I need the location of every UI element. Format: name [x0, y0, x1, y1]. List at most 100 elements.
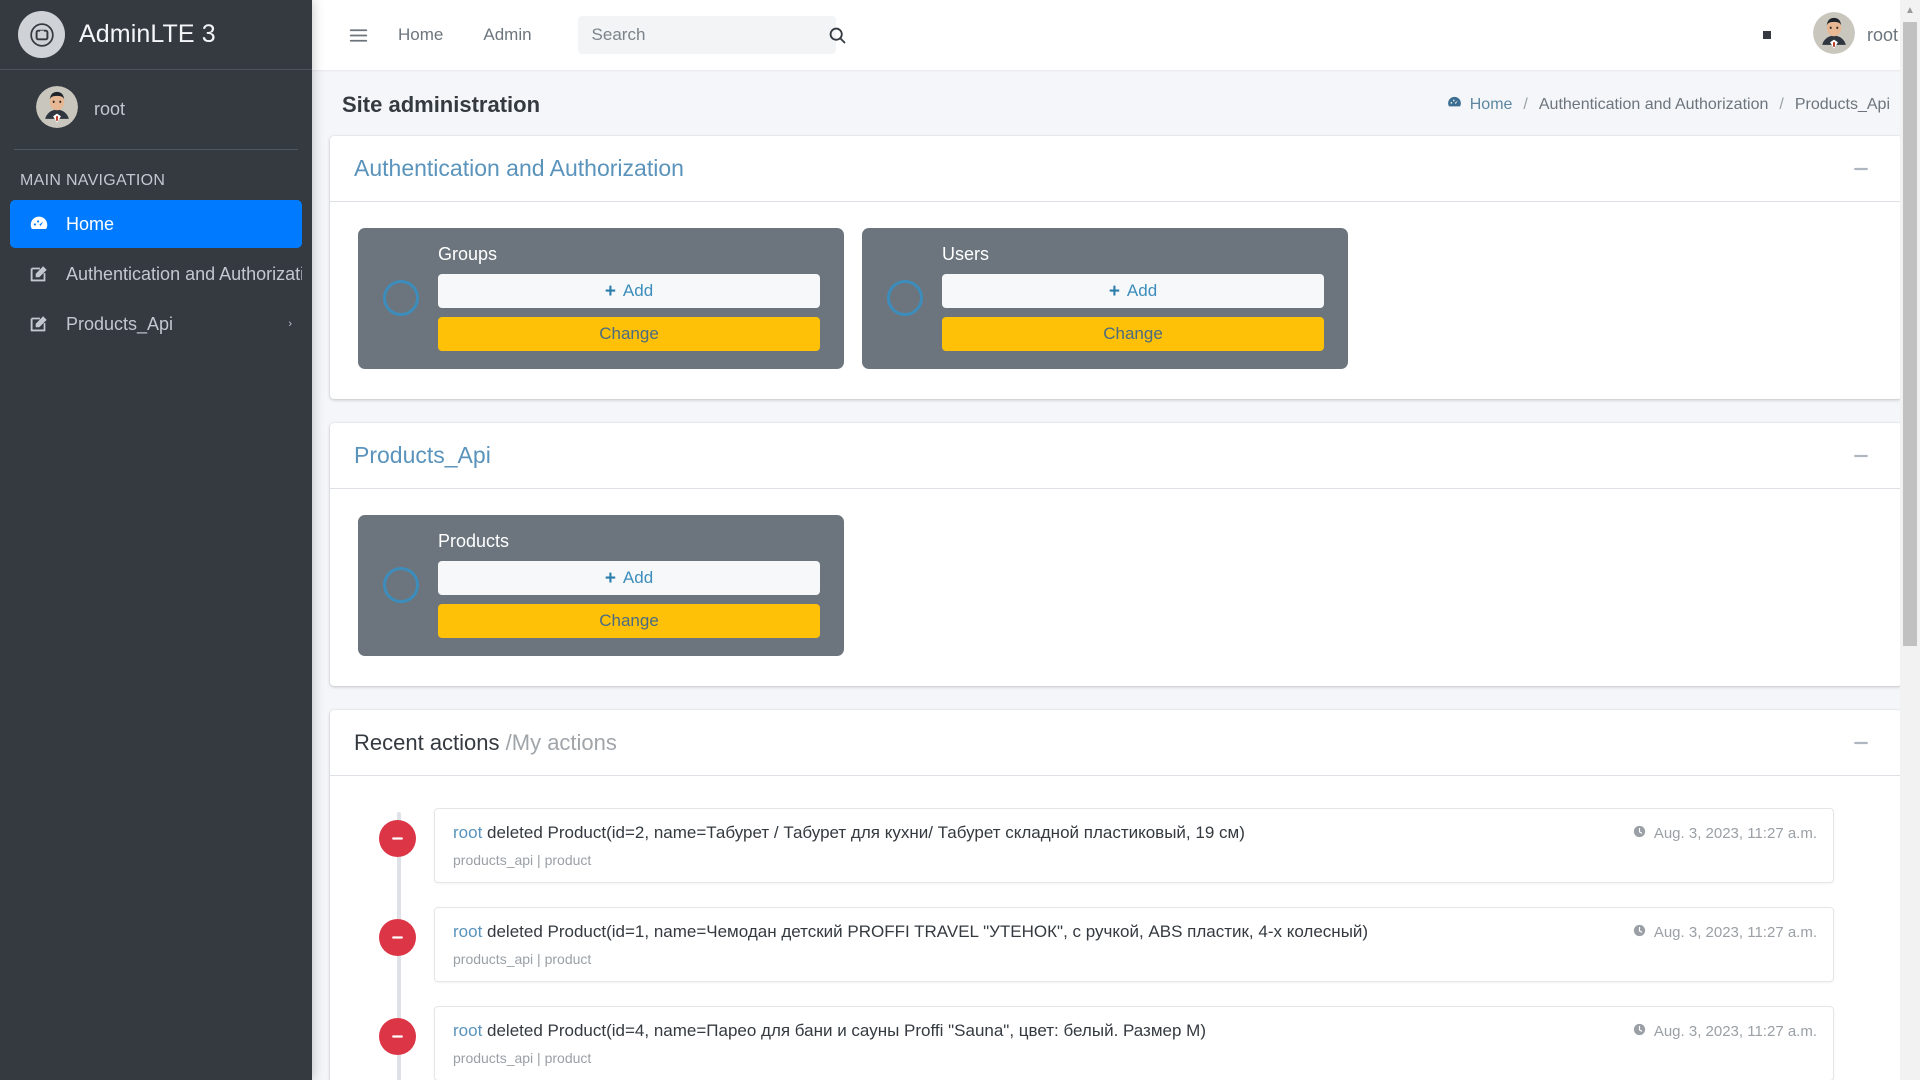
app-card-authentication-and-authorization: Authentication and Authorization Groups — [330, 136, 1902, 399]
page-scrollbar[interactable]: ▲ — [1900, 0, 1920, 1080]
breadcrumb-separator: / — [1523, 96, 1528, 113]
admin-page: AdminLTE 3 root MAIN NAVIGATION Home Aut… — [0, 0, 1920, 1080]
content-container: Authentication and Authorization Groups — [312, 136, 1920, 1080]
card-body: Aug. 3, 2023, 11:27 a.m. root deleted Pr… — [330, 776, 1902, 1080]
breadcrumb-item-auth[interactable]: Authentication and Authorization — [1539, 96, 1769, 114]
app-card-products-api: Products_Api Products + Add Change — [330, 423, 1902, 686]
minus-icon[interactable] — [1844, 439, 1878, 473]
card-title[interactable]: Authentication and Authorization — [354, 155, 684, 182]
brand-logo-link[interactable]: AdminLTE 3 — [0, 0, 312, 70]
card-title[interactable]: Products_Api — [354, 442, 491, 469]
log-entry: Aug. 3, 2023, 11:27 a.m. root deleted Pr… — [434, 808, 1834, 883]
model-card-products: Products + Add Change — [358, 515, 844, 656]
dashboard-icon — [26, 213, 52, 235]
card-header: Authentication and Authorization — [330, 136, 1902, 202]
log-title: root deleted Product(id=2, name=Табурет … — [453, 822, 1815, 845]
search-box — [577, 16, 845, 54]
recent-actions-title: Recent actions /My actions — [354, 730, 617, 756]
log-model: products_api | product — [453, 1049, 592, 1066]
main-area: Home Admin Search root Site administrati… — [312, 0, 1920, 1080]
add-button[interactable]: + Add — [438, 561, 820, 595]
sidebar-item-label: Home — [66, 213, 115, 234]
change-button[interactable]: Change — [438, 317, 820, 351]
change-button-label: Change — [599, 324, 659, 343]
sidebar-item-products-api[interactable]: Products_Api › — [10, 300, 302, 348]
add-button-label: Add — [1126, 281, 1158, 300]
model-name: Products — [438, 531, 510, 551]
log-user[interactable]: root — [453, 1021, 482, 1040]
chevron-right-icon: › — [288, 318, 292, 330]
card-body: Groups + Add Change Users + Add Change — [330, 202, 1902, 399]
minus-icon — [379, 820, 416, 857]
breadcrumb-home-label: Home — [1469, 96, 1513, 113]
model-body: Products + Add Change — [438, 531, 820, 638]
sidebar-user-name: root — [94, 99, 126, 119]
list-item: Aug. 3, 2023, 11:27 a.m. root deleted Pr… — [379, 906, 1874, 982]
avatar[interactable] — [1812, 11, 1855, 59]
sidebar-user-panel[interactable]: root — [14, 70, 298, 150]
model-card-groups: Groups + Add Change — [358, 228, 844, 369]
navbar-user-name[interactable]: root — [1867, 25, 1898, 46]
model-body: Groups + Add Change — [438, 244, 820, 351]
model-name: Users — [942, 244, 990, 264]
minus-icon[interactable] — [1844, 152, 1878, 186]
model-name: Groups — [438, 244, 498, 264]
breadcrumb-separator: / — [1779, 96, 1784, 113]
model-grid: Groups + Add Change Users + Add Change — [358, 228, 1874, 369]
hamburger-icon[interactable] — [338, 15, 378, 55]
log-user[interactable]: root — [453, 922, 482, 941]
breadcrumb: Home / Authentication and Authorization … — [1446, 94, 1890, 116]
log-timestamp: Aug. 3, 2023, 11:27 a.m. — [1632, 824, 1817, 843]
breadcrumb-item-home[interactable]: Home — [1446, 94, 1513, 116]
plus-icon: + — [1108, 280, 1120, 302]
change-button[interactable]: Change — [942, 317, 1324, 351]
breadcrumb-item-products-api[interactable]: Products_Api — [1795, 96, 1890, 114]
log-user[interactable]: root — [453, 823, 482, 842]
circle-ring-icon — [374, 271, 428, 325]
scroll-up-arrow-icon[interactable]: ▲ — [1900, 0, 1920, 20]
top-navbar: Home Admin Search root — [312, 0, 1920, 70]
sidebar-item-authentication-and-authorization[interactable]: Authentication and Authorization — [10, 250, 302, 298]
adminlte-logo-icon — [18, 11, 65, 58]
navbar-link-home[interactable]: Home — [378, 25, 463, 45]
avatar — [36, 86, 78, 133]
nav-section-header: MAIN NAVIGATION — [20, 172, 166, 189]
recent-actions-title-my[interactable]: /My actions — [506, 730, 617, 755]
clock-icon — [1632, 923, 1647, 942]
card-body: Products + Add Change — [330, 489, 1902, 686]
notification-indicator-icon[interactable] — [1762, 31, 1771, 39]
scrollbar-thumb[interactable] — [1903, 22, 1917, 646]
log-time-label: Aug. 3, 2023, 11:27 a.m. — [1653, 1022, 1817, 1040]
page-title: Site administration — [342, 92, 541, 117]
card-header: Products_Api — [330, 423, 1902, 489]
plus-icon: + — [604, 280, 616, 302]
circle-ring-icon — [878, 271, 932, 325]
search-icon[interactable] — [827, 16, 848, 54]
recent-actions-title-main: Recent actions — [354, 729, 506, 755]
model-card-users: Users + Add Change — [862, 228, 1348, 369]
circle-ring-icon — [374, 558, 428, 612]
recent-actions-card: Recent actions /My actions Aug. 3, 2023,… — [330, 710, 1902, 1080]
add-button[interactable]: + Add — [942, 274, 1324, 308]
minus-icon — [379, 1017, 416, 1055]
list-item: Aug. 3, 2023, 11:27 a.m. root deleted Pr… — [379, 1005, 1874, 1080]
content-wrapper: Site administration Home / Authenticatio… — [312, 70, 1920, 1080]
navbar-link-admin[interactable]: Admin — [463, 25, 551, 45]
sidebar-item-home[interactable]: Home — [10, 200, 302, 248]
recent-actions-timeline: Aug. 3, 2023, 11:27 a.m. root deleted Pr… — [358, 802, 1874, 1080]
plus-icon: + — [604, 567, 616, 589]
log-text: deleted Product(id=2, name=Табурет / Таб… — [482, 823, 1245, 842]
log-entry: Aug. 3, 2023, 11:27 a.m. root deleted Pr… — [434, 1005, 1834, 1080]
card-header: Recent actions /My actions — [330, 710, 1902, 776]
sidebar: AdminLTE 3 root MAIN NAVIGATION Home Aut… — [0, 0, 312, 1080]
add-button[interactable]: + Add — [438, 274, 820, 308]
change-button-label: Change — [599, 611, 659, 630]
edit-square-icon — [26, 263, 52, 285]
model-body: Users + Add Change — [942, 244, 1324, 351]
search-input[interactable] — [577, 16, 827, 54]
log-timestamp: Aug. 3, 2023, 11:27 a.m. — [1632, 1022, 1817, 1041]
log-entry: Aug. 3, 2023, 11:27 a.m. root deleted Pr… — [434, 906, 1834, 982]
change-button[interactable]: Change — [438, 604, 820, 638]
change-button-label: Change — [1103, 324, 1163, 343]
minus-icon[interactable] — [1844, 726, 1878, 760]
